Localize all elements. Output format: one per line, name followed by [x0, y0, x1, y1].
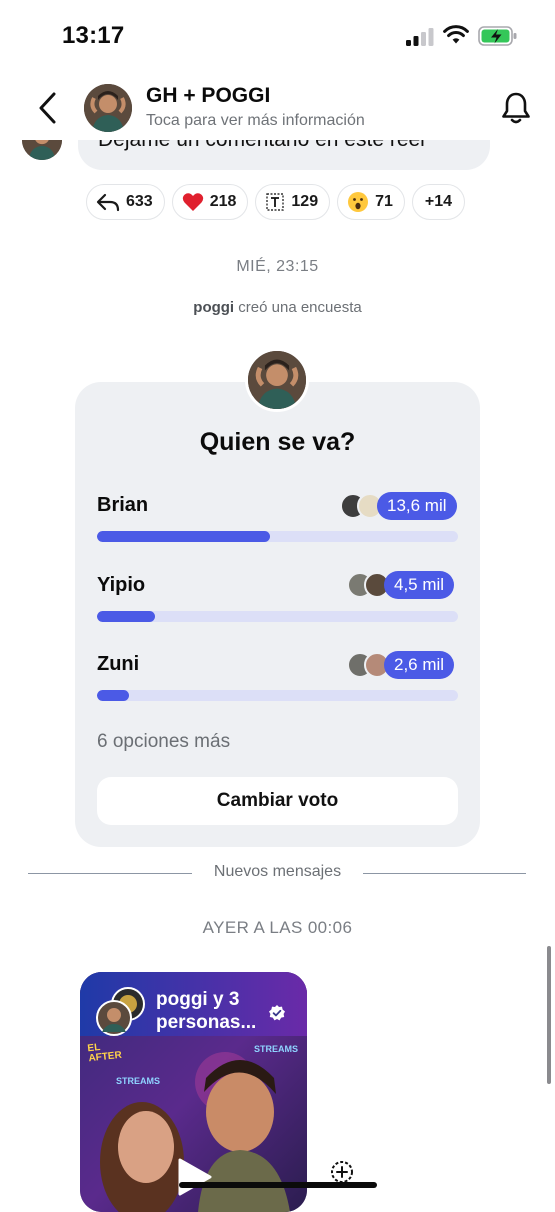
heart-icon — [182, 192, 204, 212]
scrollbar[interactable] — [547, 946, 551, 1084]
battery-charging-icon — [478, 26, 517, 46]
poll-question: Quien se va? — [199, 428, 356, 456]
new-messages-label: Nuevos mensajes — [199, 863, 356, 880]
reply-icon — [96, 192, 120, 212]
reaction-count: 218 — [209, 193, 237, 210]
vote-count-badge: 2,6 mil — [384, 651, 455, 679]
poll-option-votes[interactable]: 13,6 mil — [340, 492, 457, 520]
poll-option-bar-fill — [97, 611, 155, 622]
play-icon[interactable] — [170, 1152, 220, 1202]
poll-option-votes[interactable]: 4,5 mil — [347, 571, 455, 599]
chevron-left-icon — [39, 92, 56, 124]
poll-option-bar — [97, 531, 458, 542]
reel-author-avatars — [96, 987, 145, 1036]
poll-option-label[interactable]: Zuni — [97, 653, 139, 676]
reaction-count: 71 — [375, 193, 393, 210]
cellular-signal-icon — [406, 28, 434, 46]
system-message: poggi creó una encuesta — [0, 299, 555, 316]
poll-option-label[interactable]: Brian — [97, 494, 148, 517]
poll-option-label[interactable]: Yipio — [97, 574, 145, 597]
chat-subtitle[interactable]: Toca para ver más información — [146, 112, 365, 130]
reel-overlay-text: STREAMS — [116, 1076, 161, 1086]
status-time: 13:17 — [62, 22, 125, 49]
sender-avatar — [22, 140, 62, 160]
text-box-icon — [265, 192, 285, 212]
poll-creator-avatar[interactable] — [245, 348, 309, 412]
new-messages-divider: Nuevos mensajes — [0, 863, 555, 881]
group-avatar[interactable] — [84, 84, 132, 132]
reaction-count: +14 — [424, 193, 453, 210]
system-message-user[interactable]: poggi — [193, 299, 234, 316]
change-vote-button[interactable]: Cambiar voto — [97, 777, 458, 825]
poll-option-bar-fill — [97, 531, 271, 542]
previous-message: Dejame un comentario en este reel — [0, 140, 555, 180]
message-text: Dejame un comentario en este reel — [98, 140, 425, 152]
poll-option-bar — [97, 611, 458, 622]
poll-option-bar — [97, 690, 458, 701]
reaction-replies[interactable]: 633 — [86, 184, 165, 220]
home-indicator[interactable] — [179, 1182, 377, 1188]
timestamp-label: AYER A LAS 00:06 — [202, 918, 353, 937]
poll-option-bar-fill — [97, 690, 130, 701]
back-button[interactable] — [30, 88, 64, 128]
surprised-face-icon — [347, 191, 369, 213]
reaction-surprised[interactable]: 71 — [337, 184, 405, 220]
poll-option-votes[interactable]: 2,6 mil — [347, 651, 455, 679]
reaction-heart[interactable]: 218 — [171, 184, 249, 220]
verified-badge-icon — [269, 1005, 285, 1021]
reaction-text-box[interactable]: 129 — [255, 184, 331, 220]
reaction-bar: 633 218 129 71 +14 — [86, 184, 466, 220]
vote-count-badge: 4,5 mil — [384, 571, 455, 599]
notifications-button[interactable] — [498, 88, 534, 128]
reel-overlay-text: STREAMS — [254, 1044, 299, 1054]
reaction-count: 633 — [126, 193, 153, 210]
vote-count-badge: 13,6 mil — [377, 492, 457, 520]
day-label: MIÉ, 23:15 — [236, 258, 319, 275]
reaction-more[interactable]: +14 — [411, 184, 466, 220]
more-options-link[interactable]: 6 opciones más — [97, 731, 230, 753]
reaction-count: 129 — [291, 193, 319, 210]
chat-title[interactable]: GH + POGGI — [146, 84, 270, 108]
wifi-icon — [443, 25, 469, 44]
system-message-action: creó una encuesta — [238, 299, 362, 316]
bell-icon — [502, 92, 530, 124]
